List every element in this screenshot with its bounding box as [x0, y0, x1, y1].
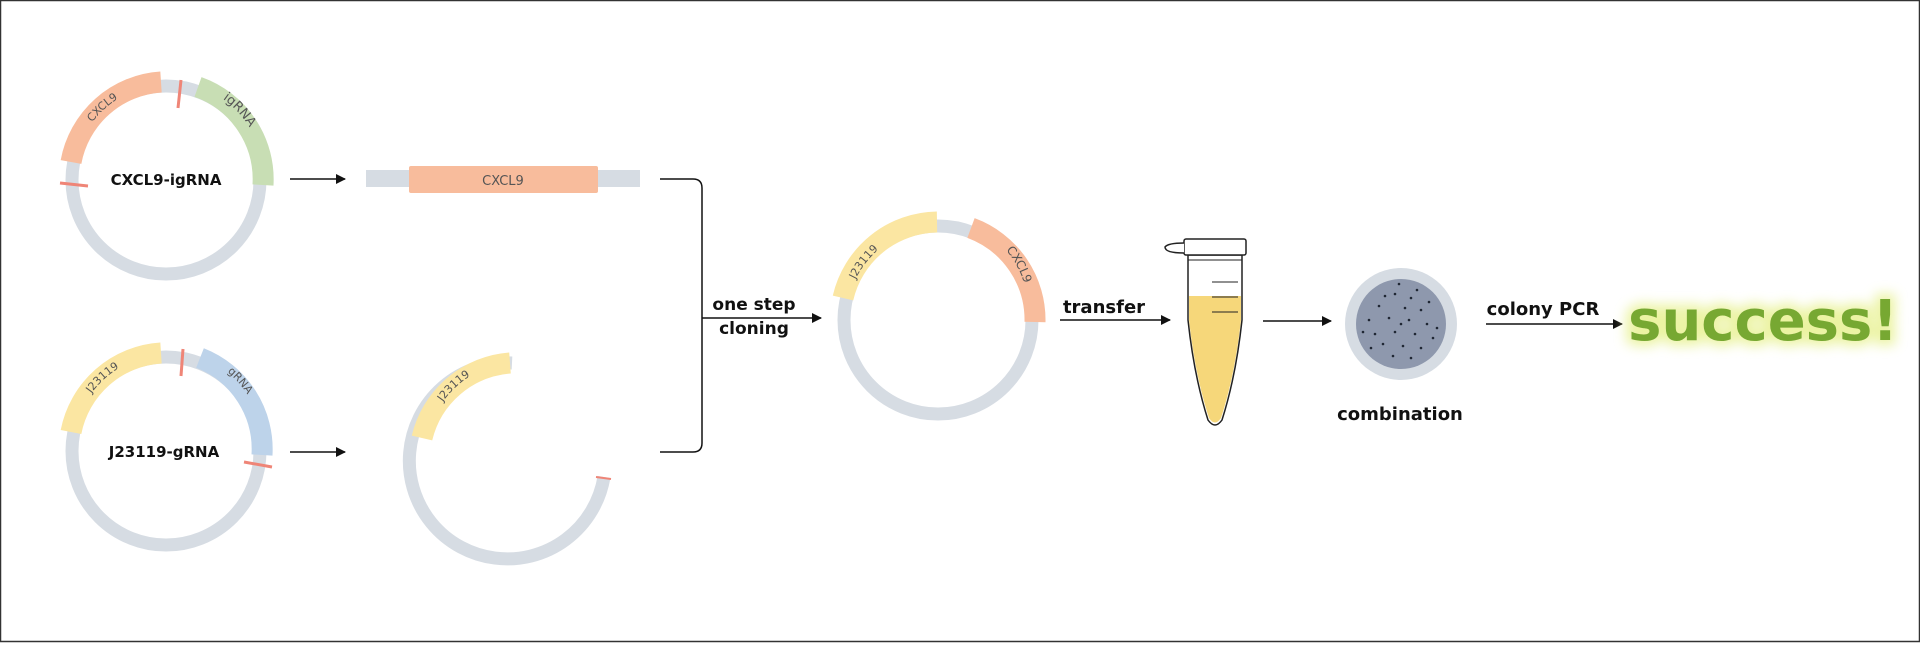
petri-plate-icon [1345, 268, 1457, 380]
colony-dot [1415, 288, 1419, 292]
colony-dot [1393, 292, 1397, 296]
colony-dot [1361, 330, 1365, 334]
colony-dot [1397, 282, 1401, 286]
colony-dot [1419, 308, 1423, 312]
cut-site-marker [59, 181, 89, 188]
colony-dot [1369, 346, 1373, 350]
transfer-step-label: transfer [1063, 297, 1145, 318]
cloning-workflow-diagram: CXCL9 igRNA CXCL9-igRNA J23119 gRNA J231… [0, 0, 1920, 643]
colony-dot [1399, 322, 1403, 326]
colony-dot [1387, 316, 1391, 320]
cut-site-marker [179, 348, 185, 377]
colony-dot [1409, 296, 1413, 300]
tube-liquid [1189, 296, 1241, 423]
colony-dot [1393, 330, 1397, 334]
success-text: success! [1628, 289, 1898, 354]
product-plasmid: J23119 CXCL9 [832, 211, 1046, 421]
cxcl9-segment [60, 71, 162, 165]
colony-pcr-label: colony PCR [1487, 299, 1600, 320]
cloning-step-label-line1: one step [712, 295, 795, 315]
join-bracket [660, 178, 703, 453]
colony-dot [1425, 322, 1429, 326]
cloning-step-label-line2: cloning [719, 319, 789, 339]
colony-dot [1435, 326, 1439, 330]
colony-dot [1383, 294, 1387, 298]
tube-hinge [1164, 242, 1185, 254]
colony-dot [1401, 344, 1405, 348]
plasmid-name: CXCL9-igRNA [111, 171, 222, 189]
backbone-fragment-j23119: J23119 [402, 352, 612, 566]
colony-dot [1403, 306, 1407, 310]
colony-dot [1407, 318, 1411, 322]
colony-dot [1377, 304, 1381, 308]
microcentrifuge-tube-icon [1164, 238, 1247, 426]
colony-dot [1409, 356, 1413, 360]
plasmid-name: J23119-gRNA [108, 443, 220, 461]
diagram-canvas: CXCL9 igRNA CXCL9-igRNA J23119 gRNA J231… [0, 0, 1920, 643]
tube-cap [1183, 238, 1247, 256]
colony-dot [1431, 336, 1435, 340]
colony-dot [1391, 354, 1395, 358]
plasmid-cxcl9-igrna: CXCL9 igRNA CXCL9-igRNA [59, 71, 274, 281]
colony-dot [1373, 332, 1377, 336]
colony-dot [1367, 318, 1371, 322]
insert-label: CXCL9 [482, 174, 524, 189]
colony-dot [1427, 300, 1431, 304]
cxcl9-segment [967, 218, 1046, 323]
insert-fragment-cxcl9: CXCL9 [366, 166, 640, 193]
colony-dot [1413, 332, 1417, 336]
plasmid-j23119-grna: J23119 gRNA J23119-gRNA [60, 342, 273, 552]
colony-dot [1381, 342, 1385, 346]
colony-dot [1419, 346, 1423, 350]
plate-label: combination [1337, 404, 1463, 425]
